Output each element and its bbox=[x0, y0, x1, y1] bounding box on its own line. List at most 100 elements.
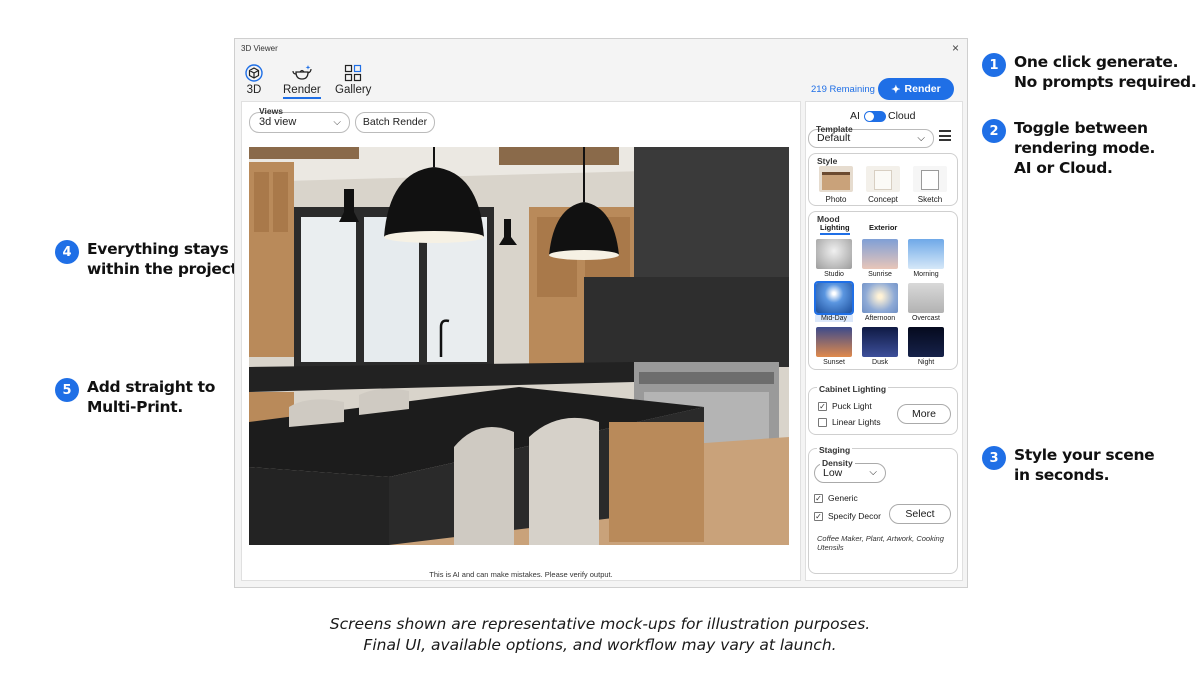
select-decor-button[interactable]: Select bbox=[889, 504, 951, 524]
views-label: Views bbox=[259, 106, 283, 116]
tab-gallery[interactable]: Gallery bbox=[335, 63, 371, 96]
mood-swatch bbox=[816, 239, 852, 269]
tab-label: Render bbox=[283, 84, 321, 99]
mood-night[interactable]: Night bbox=[907, 327, 945, 366]
mood-label: Overcast bbox=[911, 315, 940, 322]
mood-studio[interactable]: Studio bbox=[815, 239, 853, 278]
render-preview-image bbox=[249, 147, 789, 545]
cabinet-lighting-section: Cabinet Lighting ✓ Puck Light Linear Lig… bbox=[808, 384, 958, 435]
callout-number: 4 bbox=[55, 240, 79, 264]
mood-swatch bbox=[908, 327, 944, 357]
callout-text: Style your scene bbox=[1014, 446, 1155, 464]
mood-morning[interactable]: Morning bbox=[907, 239, 945, 278]
menu-icon[interactable] bbox=[939, 130, 951, 141]
mood-swatch bbox=[908, 283, 944, 313]
mood-swatch bbox=[862, 283, 898, 313]
density-label: Density bbox=[820, 458, 855, 468]
generic-checkbox[interactable]: ✓ Generic bbox=[814, 493, 858, 503]
mood-sunrise[interactable]: Sunrise bbox=[861, 239, 899, 278]
mood-afternoon[interactable]: Afternoon bbox=[861, 283, 899, 322]
callout-number: 5 bbox=[55, 378, 79, 402]
mood-label: Mid-Day bbox=[815, 315, 853, 322]
puck-light-checkbox[interactable]: ✓ Puck Light bbox=[818, 401, 872, 411]
style-label: Photo bbox=[825, 195, 847, 204]
density-value: Low bbox=[823, 467, 843, 479]
callout-text: rendering mode. bbox=[1014, 139, 1156, 157]
mood-swatch bbox=[814, 281, 854, 315]
cabinet-lighting-title: Cabinet Lighting bbox=[817, 384, 889, 394]
decor-list: Coffee Maker, Plant, Artwork, Cooking Ut… bbox=[817, 534, 944, 552]
ai-mode-label: AI bbox=[850, 110, 860, 122]
caption-line: Screens shown are representative mock-up… bbox=[329, 615, 871, 633]
tab-exterior[interactable]: Exterior bbox=[869, 223, 897, 232]
mood-dusk[interactable]: Dusk bbox=[861, 327, 899, 366]
callout-text: Multi-Print. bbox=[87, 398, 183, 416]
mood-label: Dusk bbox=[872, 359, 888, 366]
checkbox-checked-icon: ✓ bbox=[818, 401, 827, 411]
mood-section: Mood Lighting Exterior Studio Sunrise Mo… bbox=[808, 211, 958, 370]
sparkle-icon: ✦ bbox=[891, 83, 901, 96]
checkbox-empty-icon bbox=[818, 417, 827, 427]
mood-label: Sunrise bbox=[868, 271, 892, 278]
callout-text: Add straight to bbox=[87, 378, 216, 396]
mood-label: Night bbox=[917, 359, 935, 366]
chevron-down-icon: ⌵ bbox=[869, 467, 877, 478]
mood-swatch bbox=[908, 239, 944, 269]
staging-title: Staging bbox=[817, 445, 853, 455]
callout-text: within the project. bbox=[87, 260, 244, 278]
render-button-label: Render bbox=[904, 83, 941, 95]
checkbox-checked-icon: ✓ bbox=[814, 511, 823, 521]
staging-section: Staging Low ⌵ Density ✓ Generic ✓ Specif… bbox=[808, 445, 958, 574]
batch-render-button[interactable]: Batch Render bbox=[355, 112, 435, 133]
caption-line: Final UI, available options, and workflo… bbox=[363, 636, 837, 654]
disclaimer-caption: Screens shown are representative mock-up… bbox=[0, 614, 1200, 656]
style-option-sketch[interactable]: Sketch bbox=[911, 166, 949, 204]
checkbox-label: Puck Light bbox=[832, 401, 872, 411]
style-option-concept[interactable]: Concept bbox=[864, 166, 902, 204]
mood-overcast[interactable]: Overcast bbox=[907, 283, 945, 322]
style-thumbnail bbox=[913, 166, 947, 192]
template-label: Template bbox=[816, 124, 853, 134]
close-icon[interactable]: × bbox=[952, 41, 959, 55]
mood-swatch bbox=[862, 327, 898, 357]
chevron-down-icon: ⌵ bbox=[333, 117, 341, 128]
callout-2: 2 Toggle between rendering mode. AI or Clo… bbox=[982, 118, 1155, 178]
chevron-down-icon: ⌵ bbox=[917, 133, 925, 144]
style-option-photo[interactable]: Photo bbox=[817, 166, 855, 204]
teapot-sparkle-icon bbox=[283, 63, 321, 83]
style-label: Sketch bbox=[917, 195, 943, 204]
callout-3: 3 Style your scene in seconds. bbox=[982, 445, 1155, 485]
mood-mid-day[interactable]: Mid-Day bbox=[814, 281, 854, 322]
mood-label: Afternoon bbox=[864, 315, 896, 322]
checkbox-checked-icon: ✓ bbox=[814, 493, 823, 503]
mode-toggle[interactable] bbox=[864, 111, 886, 122]
cloud-mode-label: Cloud bbox=[888, 110, 916, 122]
views-value: 3d view bbox=[259, 116, 297, 128]
window-title: 3D Viewer bbox=[241, 44, 278, 53]
render-button[interactable]: ✦ Render bbox=[878, 78, 954, 100]
callout-text: No prompts required. bbox=[1014, 73, 1197, 91]
style-label: Concept bbox=[868, 195, 898, 204]
linear-lights-checkbox[interactable]: Linear Lights bbox=[818, 417, 881, 427]
mood-sunset[interactable]: Sunset bbox=[815, 327, 853, 366]
style-title: Style bbox=[817, 156, 838, 166]
mood-label: Sunset bbox=[823, 359, 845, 366]
tab-label: 3D bbox=[246, 84, 262, 96]
more-button[interactable]: More bbox=[897, 404, 951, 424]
callout-text: in seconds. bbox=[1014, 466, 1110, 484]
mood-label: Studio bbox=[824, 271, 844, 278]
cube-icon bbox=[245, 63, 263, 83]
specify-decor-checkbox[interactable]: ✓ Specify Decor bbox=[814, 511, 881, 521]
tab-label: Gallery bbox=[335, 84, 372, 96]
mood-swatch bbox=[862, 239, 898, 269]
style-thumbnail bbox=[866, 166, 900, 192]
callout-text: AI or Cloud. bbox=[1014, 159, 1113, 177]
callout-1: 1 One click generate. No prompts required… bbox=[982, 52, 1197, 92]
checkbox-label: Specify Decor bbox=[828, 511, 881, 521]
tab-3d[interactable]: 3D bbox=[245, 63, 263, 96]
grid-icon bbox=[335, 63, 371, 83]
settings-panel: AI Cloud Default ⌵ Template Style Photo bbox=[805, 101, 963, 581]
tab-lighting[interactable]: Lighting bbox=[820, 223, 850, 235]
tab-render[interactable]: Render bbox=[283, 63, 321, 99]
callout-4: 4 Everything stays within the project. bbox=[55, 239, 243, 279]
